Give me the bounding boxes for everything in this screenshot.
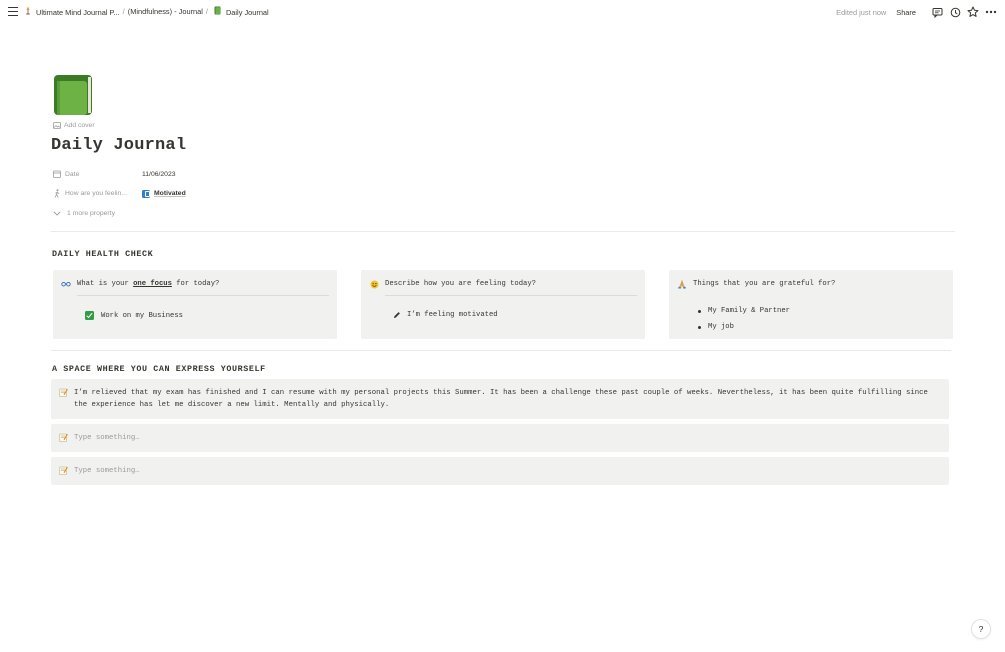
feeling-question: Describe how you are feeling today? bbox=[369, 279, 637, 289]
empty-entry-callout[interactable]: Type something… bbox=[51, 424, 949, 452]
more-icon[interactable] bbox=[985, 6, 997, 18]
section-heading-express: A SPACE WHERE YOU CAN EXPRESS YOURSELF bbox=[52, 364, 266, 374]
breadcrumb-label: Ultimate Mind Journal P... bbox=[36, 8, 120, 17]
feeling-callout: Describe how you are feeling today? I’m … bbox=[361, 270, 645, 339]
grateful-question: Things that you are grateful for? bbox=[677, 279, 945, 289]
share-button[interactable]: Share bbox=[896, 8, 916, 17]
praying-hands-icon bbox=[677, 279, 687, 289]
page-title[interactable]: Daily Journal bbox=[51, 136, 186, 155]
entry-placeholder[interactable]: Type something… bbox=[74, 432, 939, 444]
focus-question-suffix: for today? bbox=[171, 280, 220, 288]
grateful-question-text: Things that you are grateful for? bbox=[693, 280, 836, 288]
card-divider bbox=[385, 295, 637, 296]
focus-question-prefix: What is your bbox=[77, 280, 134, 288]
green-book-icon bbox=[54, 75, 92, 115]
breadcrumb-label: Daily Journal bbox=[225, 8, 269, 17]
calendar-icon bbox=[53, 170, 62, 178]
memo-icon bbox=[59, 388, 68, 397]
property-label-text: How are you feelin... bbox=[65, 190, 127, 197]
page-link-icon bbox=[142, 189, 150, 198]
feeling-value-text: Motivated bbox=[154, 190, 186, 197]
help-button[interactable]: ? bbox=[972, 620, 990, 638]
lamp-icon bbox=[25, 6, 31, 17]
more-properties-toggle[interactable]: 1 more property bbox=[53, 210, 115, 217]
property-feeling-value[interactable]: Motivated bbox=[142, 189, 186, 198]
glasses-icon bbox=[61, 279, 71, 289]
focus-callout: What is your one focus for today? Work o… bbox=[53, 270, 337, 339]
chevron-down-icon bbox=[53, 211, 61, 216]
empty-entry-callout[interactable]: Type something… bbox=[51, 457, 949, 485]
memo-icon bbox=[59, 466, 68, 475]
property-feeling-label[interactable]: How are you feelin... bbox=[53, 189, 142, 198]
image-icon bbox=[53, 122, 61, 129]
feeling-answer-text[interactable]: I’m feeling motivated bbox=[407, 311, 498, 319]
todo-text[interactable]: Work on my Business bbox=[101, 312, 183, 320]
page-icon[interactable] bbox=[53, 74, 93, 116]
focus-question-bold: one focus bbox=[133, 280, 172, 288]
pencil-icon bbox=[393, 311, 401, 319]
journal-entry-callout[interactable]: I’m relieved that my exam has finished a… bbox=[51, 379, 949, 419]
grateful-callout: Things that you are grateful for? My Fam… bbox=[669, 270, 953, 339]
focus-question: What is your one focus for today? bbox=[61, 279, 329, 289]
list-item[interactable]: My Family & Partner bbox=[698, 303, 790, 319]
memo-icon bbox=[59, 433, 68, 442]
star-icon[interactable] bbox=[967, 6, 979, 18]
breadcrumb: Ultimate Mind Journal P... / (Mindfulnes… bbox=[25, 6, 269, 17]
person-walking-icon bbox=[53, 189, 62, 198]
divider bbox=[51, 350, 951, 351]
list-item[interactable]: My job bbox=[698, 319, 790, 335]
breadcrumb-item-daily-journal[interactable]: Daily Journal bbox=[214, 6, 269, 17]
breadcrumb-item-journal[interactable]: (Mindfulness) - Journal bbox=[128, 7, 203, 16]
top-bar: Ultimate Mind Journal P... / (Mindfulnes… bbox=[0, 0, 1005, 24]
green-book-icon bbox=[214, 6, 221, 17]
card-divider bbox=[77, 295, 329, 296]
add-cover-button[interactable]: Add cover bbox=[53, 122, 95, 129]
property-date-value[interactable]: 11/06/2023 bbox=[142, 171, 176, 178]
history-icon[interactable] bbox=[949, 6, 961, 18]
section-heading-health-check: DAILY HEALTH CHECK bbox=[52, 249, 154, 259]
grateful-list: My Family & Partner My job bbox=[698, 303, 790, 335]
breadcrumb-separator: / bbox=[205, 7, 208, 16]
property-date: Date 11/06/2023 bbox=[53, 170, 176, 178]
smiley-icon bbox=[369, 279, 379, 289]
menu-icon[interactable] bbox=[8, 7, 18, 16]
comment-icon[interactable] bbox=[931, 6, 943, 18]
entry-placeholder[interactable]: Type something… bbox=[74, 465, 939, 477]
property-date-label[interactable]: Date bbox=[53, 170, 142, 178]
breadcrumb-separator: / bbox=[122, 7, 125, 16]
feeling-answer[interactable]: I’m feeling motivated bbox=[393, 311, 498, 319]
more-properties-label: 1 more property bbox=[67, 210, 115, 217]
feeling-question-text: Describe how you are feeling today? bbox=[385, 280, 536, 288]
add-cover-label: Add cover bbox=[64, 122, 95, 129]
checkbox-checked[interactable] bbox=[85, 311, 94, 320]
journal-entry-text[interactable]: I’m relieved that my exam has finished a… bbox=[74, 387, 939, 411]
top-right-actions: Edited just now Share bbox=[836, 5, 997, 19]
edited-status: Edited just now bbox=[836, 7, 887, 17]
property-label-text: Date bbox=[65, 170, 80, 178]
divider bbox=[51, 231, 955, 232]
property-feeling: How are you feelin... Motivated bbox=[53, 189, 186, 198]
focus-todo-item[interactable]: Work on my Business bbox=[85, 311, 183, 320]
breadcrumb-item-workspace[interactable]: Ultimate Mind Journal P... bbox=[25, 6, 120, 17]
